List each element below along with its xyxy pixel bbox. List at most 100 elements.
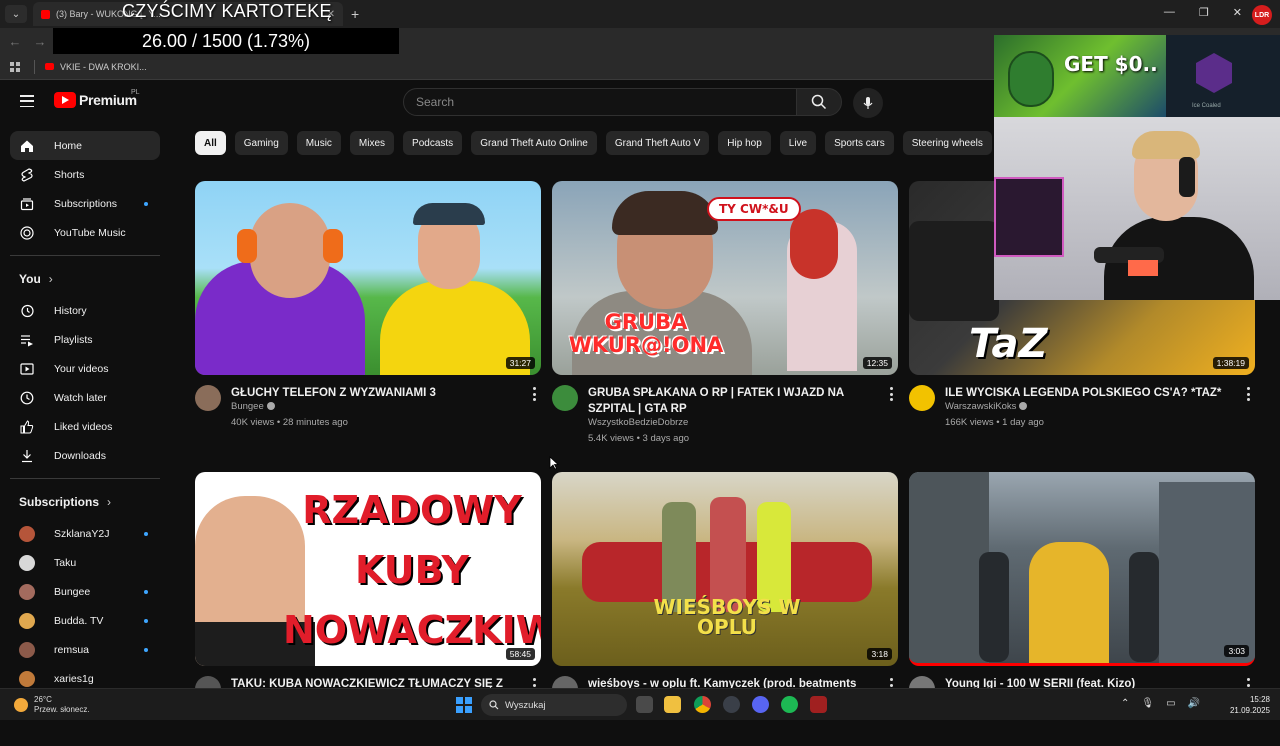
chip-gaming[interactable]: Gaming [234,131,288,155]
chip-steering-wheels[interactable]: Steering wheels [902,131,992,155]
apps-grid-icon[interactable] [10,61,20,72]
tab-search-button[interactable]: ⌄ [5,5,27,23]
video-title[interactable]: GŁUCHY TELEFON Z WYZWANIAMI 3 [231,385,521,401]
video-thumbnail[interactable]: TY CW*&U GRUBA WKUR@!ONA 12:35 [552,181,898,375]
subscriptions-section-heading[interactable]: Subscriptions › [0,485,172,519]
video-title[interactable]: GRUBA SPŁAKANA O RP | FATEK I WJAZD NA S… [588,385,878,417]
video-thumbnail[interactable]: 31:27 [195,181,541,375]
sidebar-item-history[interactable]: History [10,296,160,325]
sidebar-subscription[interactable]: Taku [10,548,160,577]
new-content-dot [144,532,148,536]
ring-light [1128,260,1158,276]
youtube-music-icon [10,225,44,240]
discord-icon[interactable] [752,696,769,713]
more-options-icon[interactable] [533,387,537,401]
task-view-icon[interactable] [636,696,653,713]
profile-avatar[interactable]: LDR [1252,5,1272,25]
chip-hip-hop[interactable]: Hip hop [718,131,771,155]
headphones-icon [323,229,343,263]
chip-sports-cars[interactable]: Sports cars [825,131,894,155]
microphone-icon [863,97,873,109]
speech-bubble: TY CW*&U [707,197,801,221]
windows-start-icon[interactable] [456,697,472,713]
search-icon [489,700,499,710]
home-icon [10,139,44,153]
video-stats: 40K views • 28 minutes ago [231,417,348,428]
more-options-icon[interactable] [1247,387,1251,401]
chip-mixes[interactable]: Mixes [349,131,395,155]
volume-icon[interactable]: 🔊 [1188,698,1200,709]
search-input[interactable]: Search [403,88,797,116]
video-card[interactable]: TY CW*&U GRUBA WKUR@!ONA 12:35 GRUBA SPŁ… [552,181,898,455]
stream-overlay-title: CZYŚCIMY KARTOTEKĘ [122,1,332,21]
sidebar-subscription[interactable]: SzklanaY2J [10,519,160,548]
system-tray: ⌃ 🎙 ▭ 🔊 [1121,698,1200,709]
video-thumbnail[interactable]: RZADOWY KUBY NOWACZKIWICZA 58:45 [195,472,541,666]
youtube-bookmark-icon [45,63,54,70]
voice-search-button[interactable] [853,88,883,118]
taskbar-search[interactable]: Wyszukaj [481,694,627,716]
sidebar-item-downloads[interactable]: Downloads [10,441,160,470]
channel-name[interactable]: WarszawskiKoks [945,401,1028,412]
search-button[interactable] [796,88,842,116]
clock[interactable]: 15:28 21.09.2025 [1230,694,1270,716]
sidebar-item-youtube-music[interactable]: YouTube Music [10,218,160,247]
chip-podcasts[interactable]: Podcasts [403,131,463,155]
channel-name[interactable]: WszystkoBedzieDobrze [588,417,688,428]
channel-avatar[interactable] [195,385,221,411]
video-title[interactable]: ILE WYCISKA LEGENDA POLSKIEGO CS'A? *TAZ… [945,385,1235,401]
video-meta: GŁUCHY TELEFON Z WYZWANIAMI 3 Bungee 40K… [195,375,541,455]
bookmark-divider [34,59,35,74]
minimize-icon[interactable]: — [1164,6,1175,19]
channel-name[interactable]: Bungee [231,401,275,412]
app-icon[interactable] [810,696,827,713]
microphone-icon[interactable]: 🎙 [1141,698,1154,709]
sidebar-subscription[interactable]: Budda. TV [10,606,160,635]
sidebar-subscription[interactable]: Bungee [10,577,160,606]
close-window-icon[interactable]: ✕ [1233,6,1242,19]
weather-widget[interactable]: 26°C Przew. słonecz. [14,695,90,715]
forward-icon[interactable]: → [30,34,50,49]
chrome-icon[interactable] [694,696,711,713]
sidebar-item-playlists[interactable]: Playlists [10,325,160,354]
chip-live[interactable]: Live [779,131,817,155]
channel-avatar[interactable] [909,385,935,411]
thumbs-up-icon [10,419,44,434]
more-options-icon[interactable] [890,387,894,401]
thumb-hair-right [790,209,838,279]
chip-music[interactable]: Music [296,131,341,155]
video-thumbnail[interactable]: 3:03 [909,472,1255,666]
sidebar-item-watch-later[interactable]: Watch later [10,383,160,412]
video-card[interactable]: 31:27 GŁUCHY TELEFON Z WYZWANIAMI 3 Bung… [195,181,541,455]
chip-gta-online[interactable]: Grand Theft Auto Online [471,131,597,155]
menu-icon[interactable] [20,95,34,107]
thumb-hair-left [612,191,718,235]
back-icon[interactable]: ← [5,34,25,49]
maximize-icon[interactable]: ❐ [1199,6,1209,19]
video-meta: ILE WYCISKA LEGENDA POLSKIEGO CS'A? *TAZ… [909,375,1255,455]
chevron-up-icon[interactable]: ⌃ [1121,698,1129,709]
thumb-person [1129,552,1159,662]
you-section-heading[interactable]: You › [0,262,172,296]
sidebar-item-shorts[interactable]: Shorts [10,160,160,189]
channel-avatar[interactable] [552,385,578,411]
sidebar-item-your-videos[interactable]: Your videos [10,354,160,383]
sidebar-subscription[interactable]: remsua [10,635,160,664]
steam-icon[interactable] [723,696,740,713]
verified-icon [1019,402,1028,410]
video-thumbnail[interactable]: WIEŚBOYS W OPLU 3:18 [552,472,898,666]
channel-avatar [19,554,35,571]
sidebar-item-subscriptions[interactable]: Subscriptions [10,189,160,218]
bookmark-link[interactable]: VKIE - DWA KROKI... [60,62,147,72]
sidebar-item-liked-videos[interactable]: Liked videos [10,412,160,441]
new-tab-icon[interactable]: + [351,6,359,22]
youtube-premium-logo[interactable]: Premium PL [54,89,140,108]
channel-avatar [19,612,35,629]
thumbnail-caption: RZADOWY KUBY NOWACZKIWICZA [283,488,541,652]
chip-all[interactable]: All [195,131,226,155]
spotify-icon[interactable] [781,696,798,713]
sidebar-item-home[interactable]: Home [10,131,160,160]
network-icon[interactable]: ▭ [1166,698,1175,709]
file-explorer-icon[interactable] [664,696,681,713]
chip-gta-v[interactable]: Grand Theft Auto V [605,131,710,155]
